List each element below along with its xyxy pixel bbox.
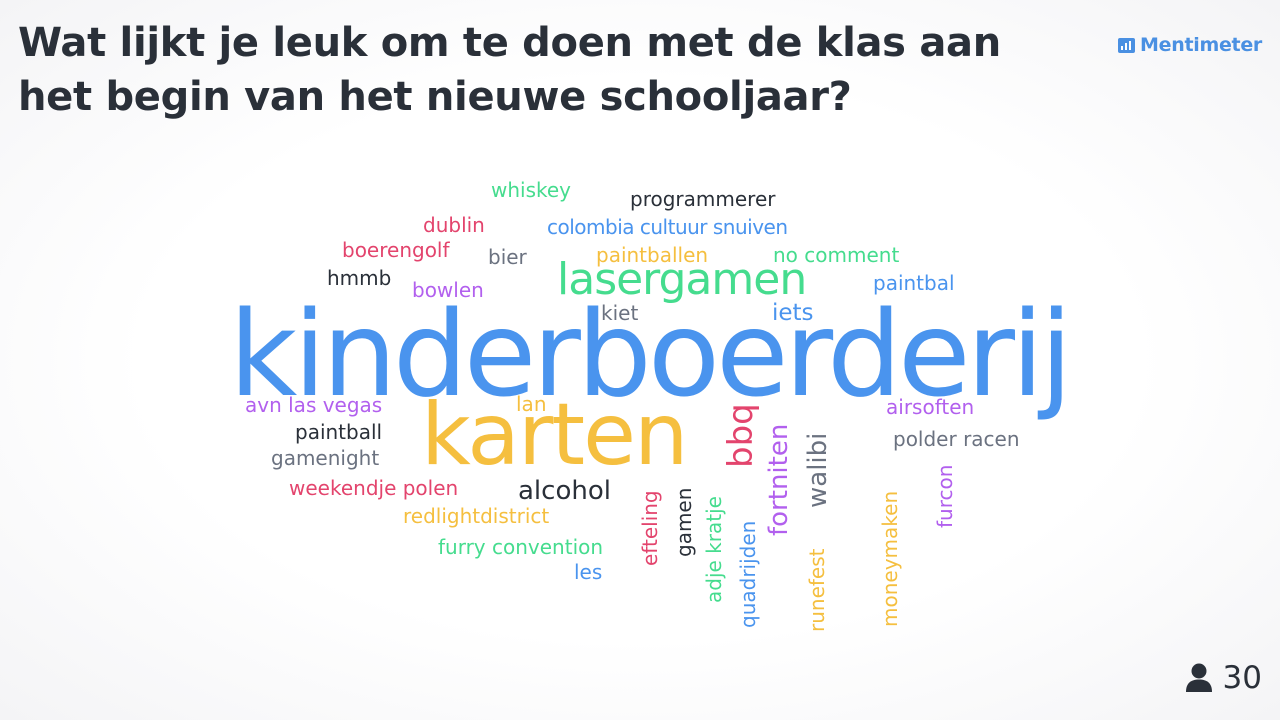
word-cloud-word: kiet [601,301,639,325]
word-cloud-word: lan [516,392,547,416]
word-cloud-word: karten [421,385,688,485]
word-cloud-word: bowlen [412,278,484,302]
participant-count: 30 [1185,660,1262,696]
word-cloud-word: boerengolf [342,238,450,262]
word-cloud-word: hmmb [327,266,392,290]
word-cloud-word: efteling [638,490,662,566]
word-cloud: kinderboerderij karten lasergamen whiske… [0,0,1280,720]
word-cloud-word: weekendje polen [289,476,459,500]
word-cloud-word: redlightdistrict [403,504,550,528]
word-cloud-word: alcohol [518,476,611,506]
word-cloud-word: paintball [295,420,383,444]
word-cloud-word: runefest [805,548,829,633]
word-cloud-word: iets [772,300,814,326]
word-cloud-word: adje kratje [702,496,726,603]
word-cloud-word: gamen [672,487,696,557]
word-cloud-word: avn las vegas [245,393,383,417]
word-cloud-word: polder racen [893,427,1020,451]
word-cloud-word: dublin [423,213,485,237]
word-cloud-word: colombia cultuur snuiven [547,215,788,239]
word-cloud-word: bbq [721,403,761,468]
word-cloud-word: airsoften [886,395,975,419]
word-cloud-word: gamenight [271,446,380,470]
word-cloud-word: no comment [773,243,900,267]
word-cloud-word: furcon [933,464,957,528]
word-cloud-word: furry convention [438,535,604,559]
word-cloud-word: fortniten [764,423,794,536]
word-cloud-word: programmerer [630,187,776,211]
word-cloud-word: paintballen [596,243,709,267]
word-cloud-word: les [574,560,603,584]
word-cloud-word: bier [488,245,527,269]
word-cloud-word: walibi [803,432,833,508]
participant-count-value: 30 [1222,660,1262,696]
word-cloud-word: whiskey [491,178,572,202]
word-cloud-word: paintbal [873,271,955,295]
person-icon [1185,663,1212,692]
word-cloud-word: quadrijden [736,520,760,628]
word-cloud-word: moneymaken [878,490,902,627]
